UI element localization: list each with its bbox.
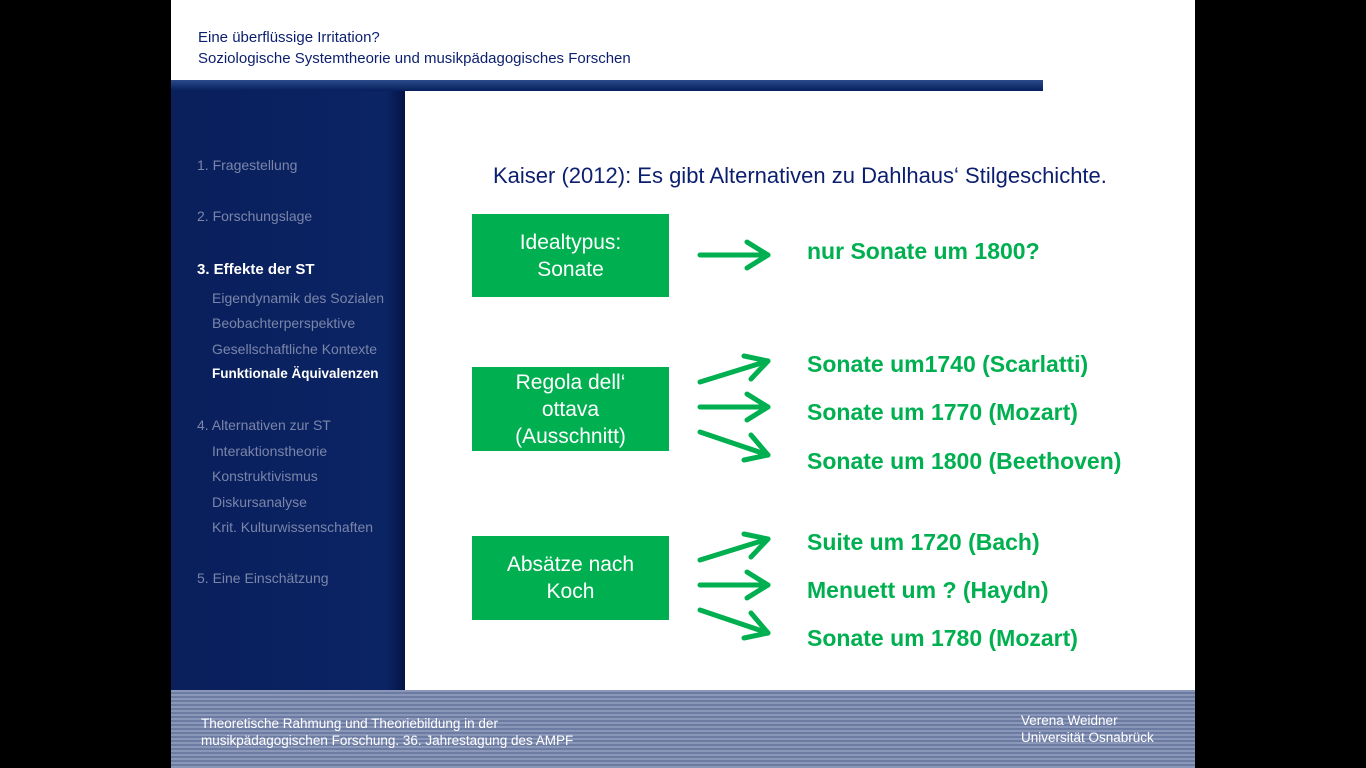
footer-right-line1: Verena Weidner (1021, 713, 1118, 728)
header-title-line2: Soziologische Systemtheorie und musikpäd… (198, 50, 631, 67)
result-suite-1720: Suite um 1720 (Bach) (807, 529, 1040, 555)
box-line: Absätze nach (506, 553, 635, 576)
slide-footer: Theoretische Rahmung und Theoriebildung … (171, 690, 1195, 768)
header-title-line1: Eine überflüssige Irritation? (198, 29, 380, 46)
slide-header-title: Eine überflüssige Irritation? Soziologis… (198, 27, 631, 69)
box-line: Idealtypus: (519, 230, 622, 254)
box-regola: Regola dell‘ ottava (Ausschnitt) (472, 367, 669, 451)
result-sonate-1740: Sonate um1740 (Scarlatti) (807, 351, 1089, 377)
sidebar-subitem-interaktionstheorie[interactable]: Interaktionstheorie (212, 443, 327, 459)
result-sonate-1780: Sonate um 1780 (Mozart) (807, 625, 1078, 651)
slide: Eine überflüssige Irritation? Soziologis… (171, 0, 1195, 768)
result-sonate-1770: Sonate um 1770 (Mozart) (807, 399, 1078, 425)
box-idealtypus: Idealtypus: Sonate (472, 214, 669, 297)
box-absaetze: Absätze nach Koch (472, 536, 669, 620)
sidebar-navigation: 1. Fragestellung 2. Forschungslage 3. Ef… (171, 91, 405, 690)
sidebar-subitem-konstruktivismus[interactable]: Konstruktivismus (212, 468, 318, 484)
box-line: Sonate (537, 257, 604, 281)
footer-conference: Theoretische Rahmung und Theoriebildung … (201, 715, 573, 749)
sidebar-item-effekte-der-st[interactable]: 3. Effekte der ST (197, 261, 315, 278)
sidebar-subitem-diskursanalyse[interactable]: Diskursanalyse (212, 494, 307, 510)
result-nur-sonate-1800: nur Sonate um 1800? (807, 238, 1040, 264)
box-line: Regola dell‘ (515, 370, 626, 394)
sidebar-item-fragestellung[interactable]: 1. Fragestellung (197, 157, 297, 173)
arrow-up-right-icon (697, 353, 771, 385)
sidebar-item-forschungslage[interactable]: 2. Forschungslage (197, 208, 312, 224)
sidebar-subitem-beobachterperspektive[interactable]: Beobachterperspektive (212, 315, 355, 331)
sidebar-subitem-kulturwissenschaften[interactable]: Krit. Kulturwissenschaften (212, 519, 373, 535)
box-line: Koch (546, 580, 595, 603)
footer-left-line2: musikpädagogischen Forschung. 36. Jahres… (201, 733, 574, 748)
result-menuett: Menuett um ? (Haydn) (807, 577, 1049, 603)
sidebar-item-alternativen-zur-st[interactable]: 4. Alternativen zur ST (197, 417, 331, 433)
arrow-right-icon (697, 569, 771, 601)
footer-right-line2: Universität Osnabrück (1021, 730, 1154, 745)
sidebar-item-einschaetzung[interactable]: 5. Eine Einschätzung (197, 570, 329, 586)
sidebar-subitem-gesellschaftliche-kontexte[interactable]: Gesellschaftliche Kontexte (212, 341, 377, 357)
arrow-down-right-icon (697, 607, 771, 641)
arrow-right-icon (697, 391, 771, 423)
footer-left-line1: Theoretische Rahmung und Theoriebildung … (201, 716, 498, 731)
sidebar-subitem-funktionale-aequivalenzen[interactable]: Funktionale Äquivalenzen (212, 366, 379, 381)
footer-author: Verena Weidner Universität Osnabrück (1021, 712, 1154, 746)
arrow-down-right-icon (697, 429, 771, 463)
box-line: ottava (541, 397, 600, 421)
arrow-right-icon (697, 239, 771, 271)
header-divider-bar (171, 80, 1043, 91)
arrow-up-right-icon (697, 531, 771, 563)
result-sonate-1800: Sonate um 1800 (Beethoven) (807, 448, 1122, 474)
slide-heading: Kaiser (2012): Es gibt Alternativen zu D… (493, 163, 1107, 188)
sidebar-subitem-eigendynamik[interactable]: Eigendynamik des Sozialen (212, 290, 384, 306)
box-line: (Ausschnitt) (515, 424, 626, 448)
